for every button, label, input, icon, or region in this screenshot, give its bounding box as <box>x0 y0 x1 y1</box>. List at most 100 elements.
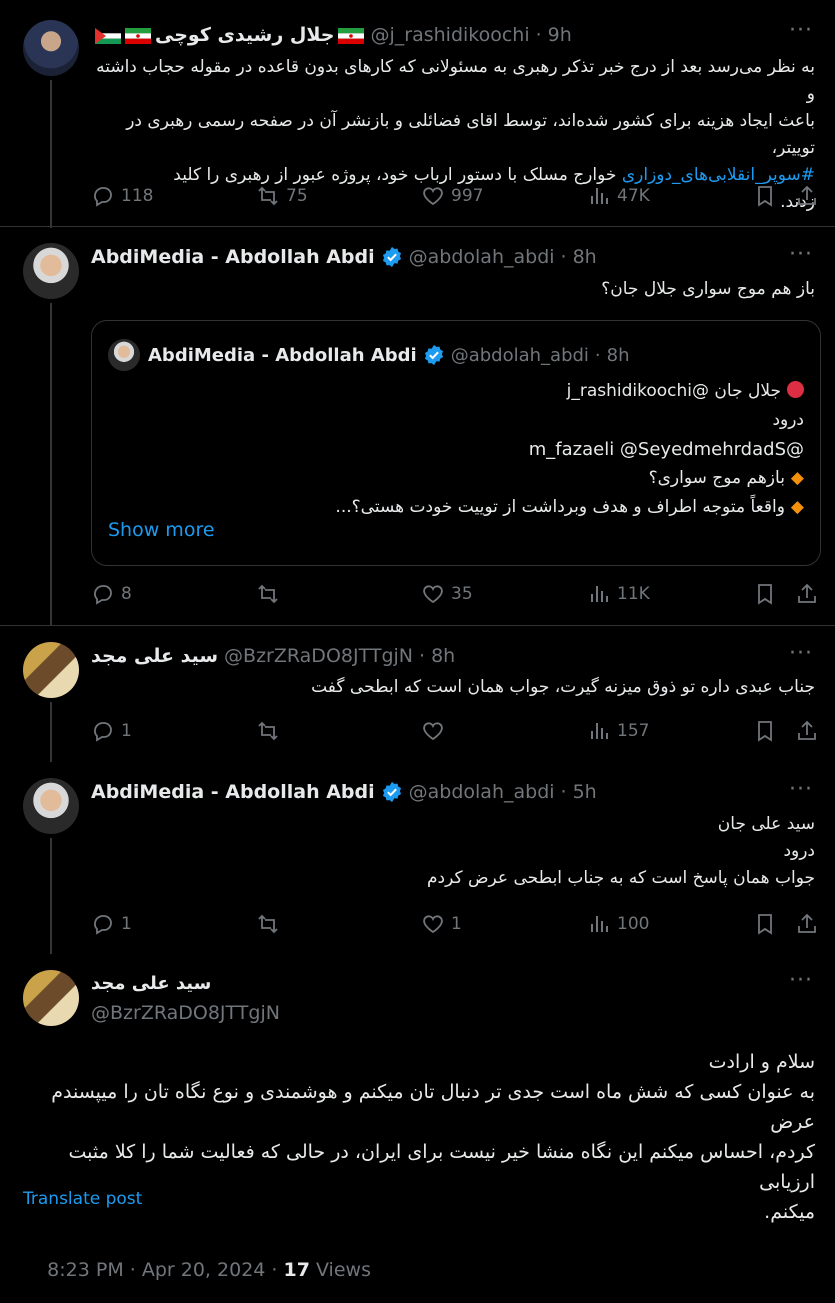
more-options-icon[interactable]: ··· <box>789 641 813 666</box>
share-button[interactable] <box>795 909 825 939</box>
like-button[interactable]: 997 <box>421 181 483 211</box>
views-icon <box>591 916 608 932</box>
reply-button[interactable]: 1 <box>91 716 132 746</box>
tweet-text-line: میکنم. <box>764 1201 815 1223</box>
like-button[interactable]: 1 <box>421 909 462 939</box>
tweet-seyed-reply[interactable]: سید علی مجد @BzrZRaDO8JTTgjN · 8h ··· جن… <box>0 626 835 762</box>
timestamp[interactable]: 8h <box>573 246 597 268</box>
reply-button[interactable]: 1 <box>91 909 132 939</box>
views-button[interactable]: 100 <box>587 909 649 939</box>
like-button[interactable]: 35 <box>421 579 473 609</box>
views-button[interactable]: 157 <box>587 716 649 746</box>
tweet-text-line: سید علی جان <box>717 814 815 834</box>
translate-post-link[interactable]: Translate post <box>23 1189 142 1209</box>
quote-text-line: جلال جان @j_rashidikoochi <box>114 377 804 406</box>
iran-flag-icon <box>338 27 365 44</box>
quote-text: جلال جان @j_rashidikoochi درود @m_fazael… <box>114 377 804 522</box>
more-options-icon[interactable]: ··· <box>789 968 813 993</box>
bookmark-button[interactable] <box>753 716 783 746</box>
share-button[interactable] <box>795 181 825 211</box>
quote-author-name: AbdiMedia - Abdollah Abdi <box>148 344 417 366</box>
tweet-header: AbdiMedia - Abdollah Abdi @abdolah_abdi … <box>91 777 597 807</box>
more-options-icon[interactable]: ··· <box>789 242 813 267</box>
views-count: 47K <box>617 186 650 206</box>
avatar[interactable] <box>23 970 79 1026</box>
repost-button[interactable] <box>256 716 286 746</box>
more-options-icon[interactable]: ··· <box>789 18 813 43</box>
reply-icon <box>94 187 112 207</box>
like-count: 35 <box>451 584 473 604</box>
reply-count: 118 <box>121 186 154 206</box>
repost-button[interactable] <box>256 579 286 609</box>
action-bar: 1 1 100 <box>91 909 821 939</box>
bookmark-button[interactable] <box>753 181 783 211</box>
post-timestamp[interactable]: 8:23 PM · Apr 20, 2024 · <box>47 1259 283 1281</box>
quote-text-line: ◆بازهم موج سواری؟ <box>114 464 804 493</box>
tweet-text: باز هم موج سواری جلال جان؟ <box>601 279 815 299</box>
tweet-header: سید علی مجد @BzrZRaDO8JTTgjN · 8h <box>91 641 455 671</box>
author-name[interactable]: سید علی مجد <box>91 973 211 994</box>
repost-icon <box>258 914 278 934</box>
avatar[interactable] <box>23 20 79 76</box>
quote-text-line: ◆واقعاً متوجه اطراف و هدف وبرداشت از توی… <box>114 493 804 522</box>
author-handle[interactable]: @BzrZRaDO8JTTgjN <box>91 1002 280 1024</box>
like-button[interactable] <box>421 716 451 746</box>
quote-header: AbdiMedia - Abdollah Abdi @abdolah_abdi … <box>148 340 630 370</box>
author-handle[interactable]: @j_rashidikoochi <box>370 24 529 46</box>
quoted-tweet[interactable]: AbdiMedia - Abdollah Abdi @abdolah_abdi … <box>91 320 821 566</box>
verified-badge-icon <box>381 246 403 268</box>
tweet-text-line: به عنوان کسی که شش ماه است جدی تر دنبال … <box>51 1081 815 1133</box>
views-button[interactable]: 47K <box>587 181 650 211</box>
action-bar: 8 35 11K <box>91 579 821 609</box>
iran-flag-icon <box>125 27 151 44</box>
separator-dot: · <box>560 246 567 268</box>
share-icon <box>798 185 816 205</box>
tweet-text-line: باعث ایجاد هزینه برای کشور شده‌اند، توسط… <box>126 111 815 158</box>
author-name[interactable]: AbdiMedia - Abdollah Abdi <box>91 781 375 803</box>
author-handle[interactable]: @abdolah_abdi <box>409 246 555 268</box>
views-count: 157 <box>617 721 650 741</box>
tweet-abdi-reply[interactable]: AbdiMedia - Abdollah Abdi @abdolah_abdi … <box>0 762 835 954</box>
repost-icon <box>258 584 278 604</box>
repost-icon <box>258 186 278 206</box>
palestine-flag-icon <box>95 27 121 44</box>
avatar[interactable] <box>23 243 79 299</box>
post-metadata: 8:23 PM · Apr 20, 2024 · 17 Views <box>23 1237 371 1303</box>
bookmark-icon <box>758 584 772 605</box>
reply-count: 1 <box>121 914 132 934</box>
share-button[interactable] <box>795 579 825 609</box>
verified-badge-icon <box>381 781 403 803</box>
author-name[interactable]: سید علی مجد <box>91 645 218 667</box>
reply-button[interactable]: 118 <box>91 181 153 211</box>
timestamp[interactable]: 5h <box>573 781 597 803</box>
diamond-icon: ◆ <box>790 468 804 488</box>
repost-count: 75 <box>286 186 308 206</box>
author-handle[interactable]: @BzrZRaDO8JTTgjN <box>224 645 413 667</box>
repost-button[interactable] <box>256 909 286 939</box>
mention: @j_rashidikoochi <box>566 381 709 401</box>
tweet-text-line: سلام و ارادت <box>708 1051 815 1073</box>
quote-avatar[interactable] <box>108 339 140 371</box>
avatar[interactable] <box>23 778 79 834</box>
show-more-link[interactable]: Show more <box>108 519 215 541</box>
bookmark-button[interactable] <box>753 579 783 609</box>
bookmark-button[interactable] <box>753 909 783 939</box>
author-handle[interactable]: @abdolah_abdi <box>409 781 555 803</box>
more-options-icon[interactable]: ··· <box>789 777 813 802</box>
tweet-text: سید علی جان درود جواب همان پاسخ است که ب… <box>95 811 815 892</box>
author-name[interactable]: AbdiMedia - Abdollah Abdi <box>91 246 375 268</box>
tweet-jalal[interactable]: جلال رشیدی کوچی @j_rashidikoochi · 9h ··… <box>0 0 835 228</box>
timestamp[interactable]: 8h <box>431 645 455 667</box>
repost-button[interactable]: 75 <box>256 181 308 211</box>
avatar[interactable] <box>23 642 79 698</box>
quote-timestamp: 8h <box>606 344 630 366</box>
share-button[interactable] <box>795 716 825 746</box>
timestamp[interactable]: 9h <box>548 24 572 46</box>
reply-button[interactable]: 8 <box>91 579 132 609</box>
thread-line <box>50 838 52 954</box>
views-button[interactable]: 11K <box>587 579 650 609</box>
share-icon <box>798 720 816 740</box>
author-name[interactable]: جلال رشیدی کوچی <box>155 24 334 46</box>
quote-text-line: @m_fazaeli @SeyedmehrdadS <box>528 439 804 460</box>
quote-text-fragment: جلال جان <box>714 381 781 401</box>
